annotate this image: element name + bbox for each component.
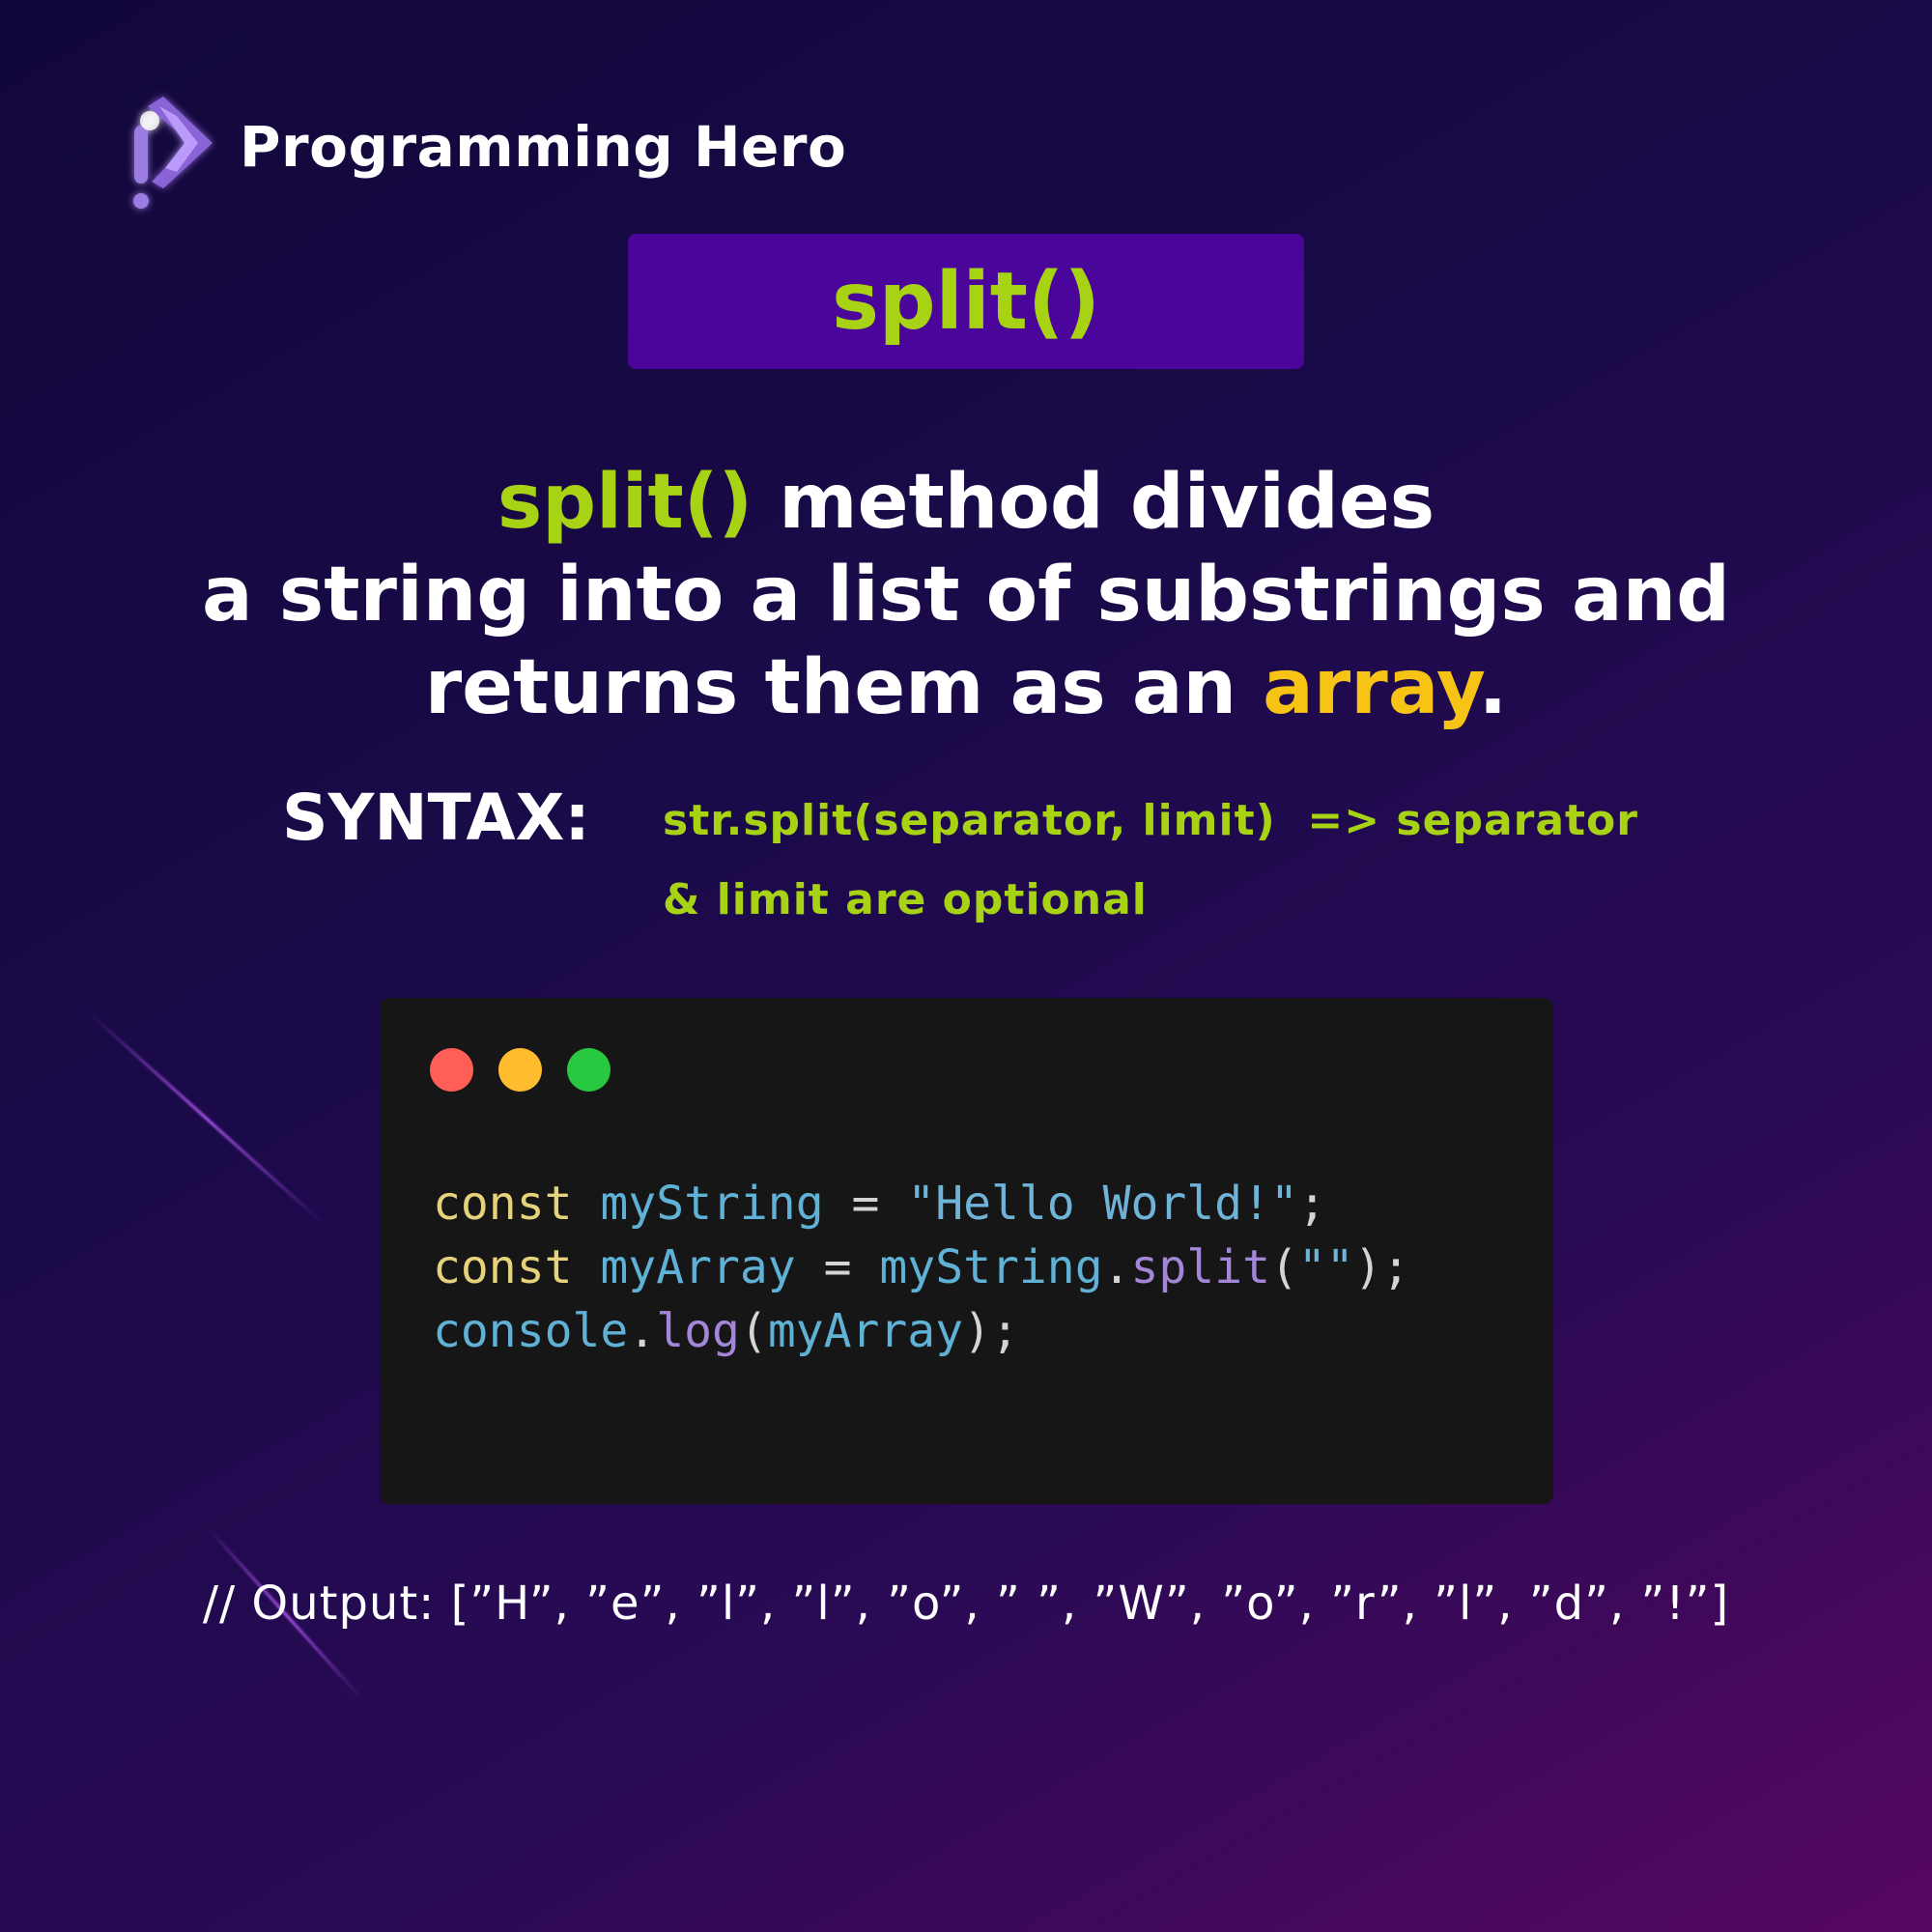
description-line-2: a string into a list of substrings and [202,552,1730,639]
punctuation: . [628,1304,657,1358]
operator: = [795,1240,880,1294]
syntax-line-1: str.split(separator, limit) => separator [663,796,1638,845]
variable: console [433,1304,629,1358]
description-text: . [1478,644,1508,731]
close-dot-icon [430,1048,473,1092]
title-badge: split() [628,234,1304,369]
programming-hero-logo-icon [133,97,213,209]
output-comment: // Output: [”H”, ”e”, ”l”, ”l”, ”o”, ” ”… [202,1577,1730,1631]
maximize-dot-icon [567,1048,611,1092]
description-line-1: split() method divides [0,456,1932,549]
variable: myString [600,1177,824,1231]
variable: myArray [767,1304,964,1358]
description: split() method divides a string into a l… [0,456,1932,734]
punctuation: ); [1353,1240,1410,1294]
keyword: const [433,1177,573,1231]
string-literal: "" [1297,1240,1354,1294]
method-name: split() [497,459,753,546]
description-text: returns them as an [424,644,1264,731]
keyword: const [433,1240,573,1294]
punctuation: ( [1270,1240,1298,1294]
punctuation: ); [963,1304,1019,1358]
syntax-label: SYNTAX: [282,781,590,855]
variable: myString [879,1240,1103,1294]
light-streak [85,1009,326,1226]
operator: = [823,1177,908,1231]
minimize-dot-icon [498,1048,542,1092]
punctuation: . [1102,1240,1131,1294]
punctuation: ( [739,1304,768,1358]
code-block: const myString = "Hello World!"; const my… [433,1172,1410,1363]
function-name: log [656,1304,740,1358]
code-window: const myString = "Hello World!"; const my… [380,998,1553,1504]
code-line-1: const myString = "Hello World!"; [433,1172,1410,1236]
description-line-3: returns them as an array. [0,641,1932,734]
page-title: split() [832,255,1100,348]
string-literal: "Hello World!" [907,1177,1298,1231]
brand-name: Programming Hero [240,114,847,180]
highlight-array: array [1263,644,1479,731]
code-line-2: const myArray = myString.split(""); [433,1236,1410,1299]
punctuation: ; [1297,1177,1326,1231]
code-line-3: console.log(myArray); [433,1299,1410,1363]
description-text: method divides [753,459,1435,546]
function-name: split [1130,1240,1271,1294]
variable: myArray [600,1240,796,1294]
syntax-line-2: & limit are optional [663,875,1148,924]
